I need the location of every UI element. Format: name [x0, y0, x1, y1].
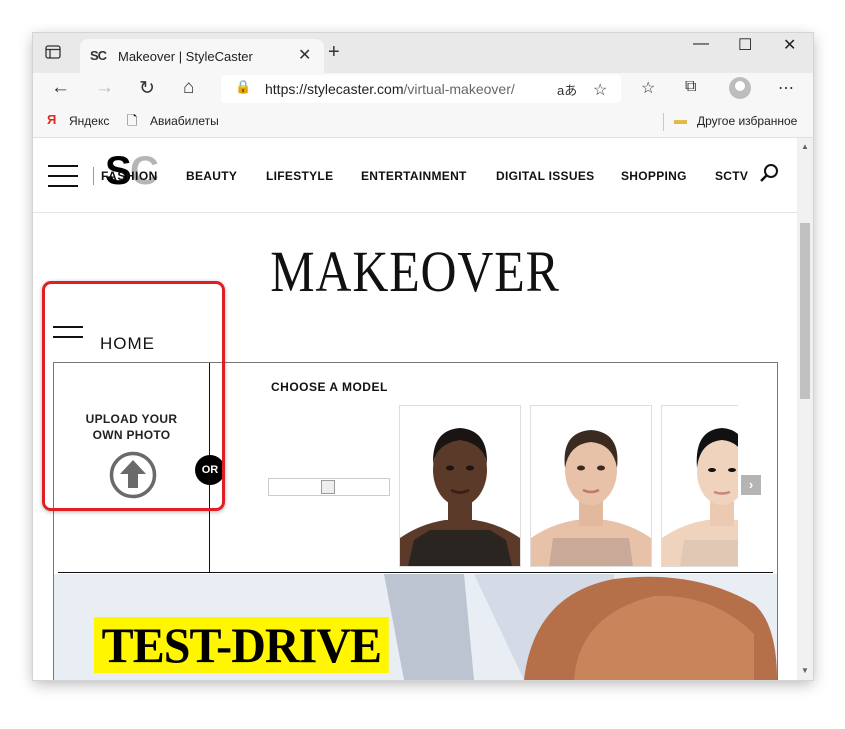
lock-icon: 🔒 — [235, 79, 252, 94]
browser-tab[interactable]: SC Makeover | StyleCaster ✕ — [80, 39, 324, 73]
menu-shopping[interactable]: SHOPPING — [621, 169, 687, 183]
tab-title: Makeover | StyleCaster — [118, 49, 253, 64]
choose-model-label: CHOOSE A MODEL — [271, 380, 388, 394]
model-thumb-3[interactable] — [661, 405, 738, 567]
document-icon: 🗋 — [127, 113, 138, 128]
bookmarks-divider — [663, 113, 664, 131]
add-favorite-icon[interactable]: ☆ — [593, 80, 607, 100]
logo-fashion[interactable]: FASHION — [101, 169, 158, 183]
tab-actions-icon[interactable] — [45, 45, 61, 59]
home-icon[interactable]: ⌂ — [183, 77, 194, 99]
model-thumb-1[interactable] — [399, 405, 521, 567]
title-bar: SC Makeover | StyleCaster ✕ + — ☐ ✕ — [33, 33, 813, 73]
scrollbar-thumb[interactable] — [800, 223, 810, 399]
new-tab-icon[interactable]: + — [328, 41, 340, 64]
minimize-icon[interactable]: — — [693, 35, 709, 53]
hero-banner: TEST-DRIVE — [53, 574, 778, 680]
page-scrollbar[interactable]: ▲ ▼ — [797, 138, 813, 680]
scroll-down-icon[interactable]: ▼ — [801, 666, 809, 675]
bookmark-yandex[interactable]: Яндекс — [69, 114, 109, 128]
model-portrait-1 — [400, 406, 520, 566]
upload-highlight-frame — [42, 281, 225, 511]
profile-avatar[interactable] — [729, 77, 751, 99]
favorites-icon[interactable]: ☆ — [641, 78, 655, 98]
menu-beauty[interactable]: BEAUTY — [186, 169, 237, 183]
menu-entertainment[interactable]: ENTERTAINMENT — [361, 169, 467, 183]
forward-icon[interactable]: → — [95, 77, 114, 99]
model-portrait-2 — [531, 406, 651, 566]
more-menu-icon[interactable]: ⋯ — [778, 78, 794, 98]
tab-close-icon[interactable]: ✕ — [298, 45, 311, 65]
model-portrait-3 — [662, 406, 738, 566]
bookmark-aviabilety[interactable]: Авиабилеты — [150, 114, 219, 128]
refresh-icon[interactable]: ↻ — [139, 77, 155, 100]
menu-lifestyle[interactable]: LIFESTYLE — [266, 169, 333, 183]
search-icon[interactable] — [758, 162, 780, 184]
close-window-icon[interactable]: ✕ — [783, 35, 796, 55]
hero-headline: TEST-DRIVE — [94, 617, 389, 673]
tab-favicon: SC — [90, 48, 107, 63]
menu-digital-issues[interactable]: DIGITAL ISSUES — [496, 169, 594, 183]
yandex-icon: Я — [47, 112, 57, 127]
url-text[interactable]: https://stylecaster.com/virtual-makeover… — [265, 81, 515, 97]
site-navigation: S C FASHION BEAUTY LIFESTYLE ENTERTAINME… — [33, 138, 797, 213]
collections-icon[interactable]: ⧉ — [685, 78, 696, 96]
broken-image-placeholder — [268, 478, 390, 496]
model-thumb-2[interactable] — [530, 405, 652, 567]
bookmarks-bar: Я Яндекс 🗋 Авиабилеты ▬ Другое избранное — [33, 105, 813, 138]
panel-divider — [58, 572, 773, 573]
read-aloud-icon[interactable]: aあ — [557, 80, 577, 99]
other-bookmarks[interactable]: Другое избранное — [697, 114, 797, 128]
maximize-icon[interactable]: ☐ — [738, 35, 752, 55]
logo-divider — [93, 167, 94, 185]
scroll-up-icon[interactable]: ▲ — [801, 142, 809, 151]
folder-icon: ▬ — [674, 112, 687, 127]
next-model-button[interactable]: › — [741, 475, 761, 495]
address-bar[interactable]: 🔒 https://stylecaster.com/virtual-makeov… — [221, 75, 621, 103]
menu-hamburger-icon[interactable] — [48, 165, 78, 187]
browser-window: SC Makeover | StyleCaster ✕ + — ☐ ✕ ← → … — [33, 33, 813, 680]
page-content: S C FASHION BEAUTY LIFESTYLE ENTERTAINME… — [33, 138, 797, 680]
browser-toolbar: ← → ↻ ⌂ 🔒 https://stylecaster.com/virtua… — [33, 73, 813, 105]
back-icon[interactable]: ← — [51, 77, 70, 99]
menu-sctv[interactable]: SCTV — [715, 169, 748, 183]
